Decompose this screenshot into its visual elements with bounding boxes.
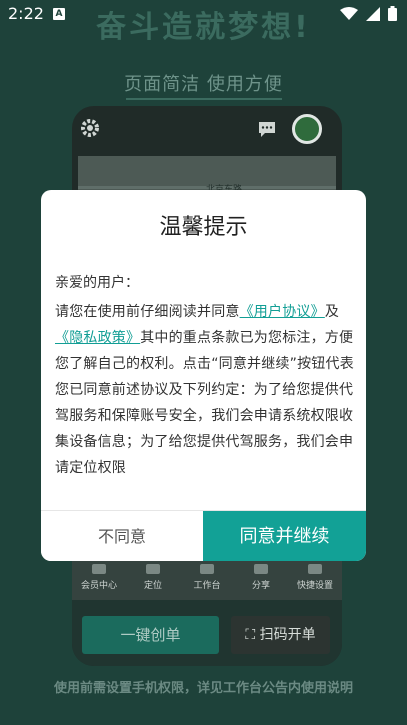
body-text-intro: 请您在使用前仔细阅读并同意 (55, 304, 240, 320)
privacy-dialog: 温馨提示 亲爱的用户： 请您在使用前仔细阅读并同意《用户协议》及《隐私政策》其中… (41, 190, 366, 561)
location-icon (146, 564, 160, 574)
phone-bottom-area: 会员中心 定位 工作台 分享 快捷设置 一键创单 ⛶ 扫码开单 (72, 556, 342, 666)
nav-label: 定位 (143, 581, 162, 591)
gear-icon (81, 119, 99, 137)
privacy-policy-link[interactable]: 《隐私政策》 (55, 330, 140, 346)
phone-nav-bar: 会员中心 定位 工作台 分享 快捷设置 (72, 556, 342, 600)
nav-item-share: 分享 (234, 556, 288, 600)
member-icon (92, 564, 106, 574)
agree-button[interactable]: 同意并继续 (203, 511, 366, 561)
nav-label: 工作台 (193, 581, 221, 591)
nav-item-quick-settings: 快捷设置 (288, 556, 342, 600)
avatar (292, 114, 322, 144)
nav-label: 快捷设置 (296, 581, 333, 591)
chat-icon (259, 122, 275, 137)
scan-button-label: 扫码开单 (259, 627, 316, 643)
disagree-button[interactable]: 不同意 (41, 511, 203, 561)
share-icon (254, 564, 268, 574)
subtitle-underline (126, 98, 282, 100)
body-text-and: 及 (324, 304, 340, 320)
promo-headline: 奋斗造就梦想! (96, 10, 311, 45)
workbench-icon (200, 564, 214, 574)
create-order-button: 一键创单 (82, 616, 219, 654)
user-agreement-link[interactable]: 《用户协议》 (240, 304, 325, 320)
nav-label: 会员中心 (80, 581, 117, 591)
nav-item-workbench: 工作台 (180, 556, 234, 600)
promo-subtitle: 页面简洁 使用方便 (124, 74, 283, 95)
settings-icon (308, 564, 322, 574)
body-text-main: 其中的重点条款已为您标注，方便您了解自己的权利。点击“同意并继续”按钮代表您已同… (55, 330, 354, 476)
dialog-body: 请您在使用前仔细阅读并同意《用户协议》及《隐私政策》其中的重点条款已为您标注，方… (55, 299, 355, 481)
nav-item-member: 会员中心 (72, 556, 126, 600)
scan-order-button: ⛶ 扫码开单 (231, 616, 330, 654)
dialog-title: 温馨提示 (159, 215, 248, 240)
dialog-footer: 不同意 同意并继续 (41, 510, 366, 561)
scan-icon: ⛶ (245, 627, 260, 643)
usage-note: 使用前需设置手机权限，详见工作台公告内使用说明 (53, 681, 353, 696)
nav-label: 分享 (251, 581, 270, 591)
nav-item-location: 定位 (126, 556, 180, 600)
dialog-greeting: 亲爱的用户： (55, 275, 139, 291)
